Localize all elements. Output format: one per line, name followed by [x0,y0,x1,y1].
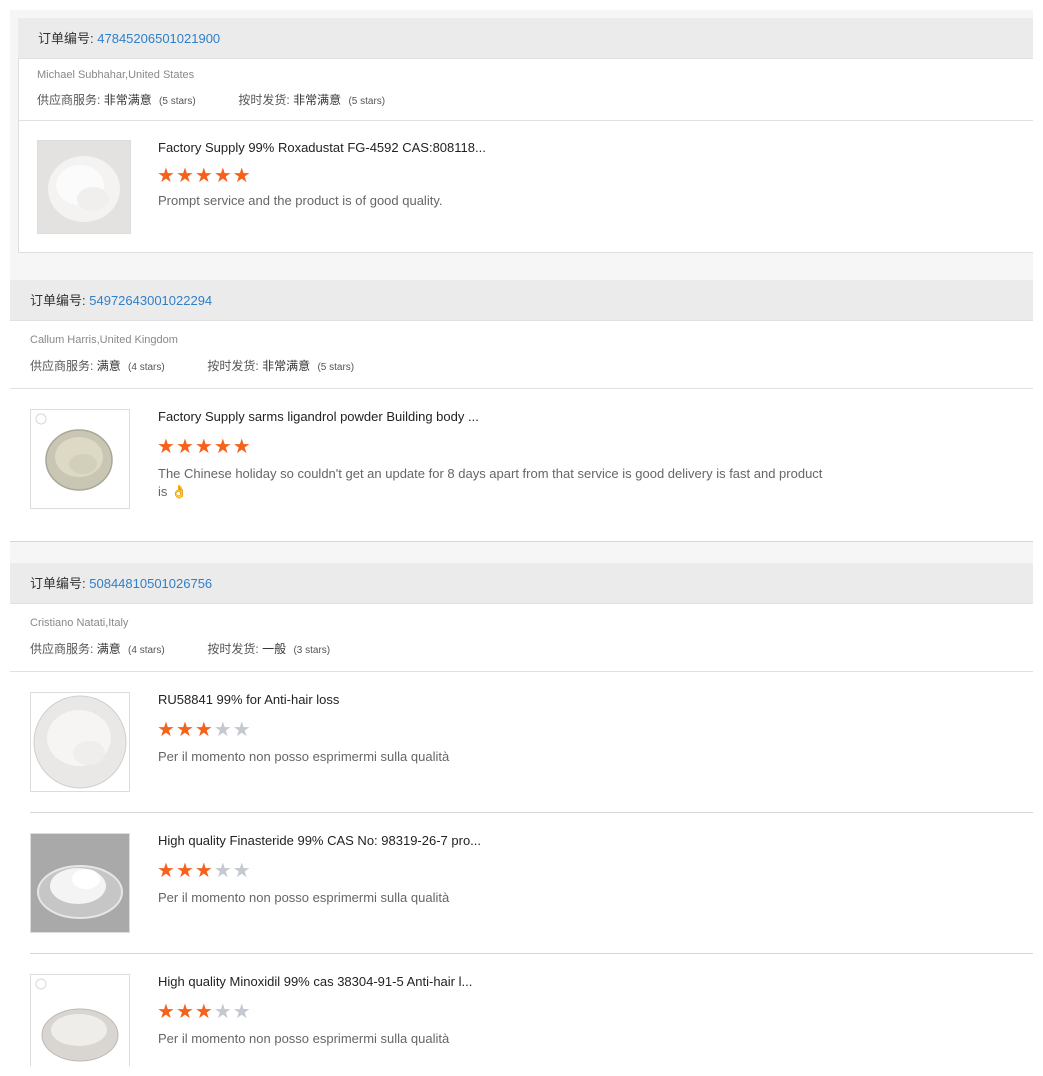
powder-image-icon [31,975,129,1066]
on-time-delivery-label: 按时发货: [207,359,259,373]
product-image[interactable] [30,692,130,792]
star-icon: ★ [175,860,194,882]
product-image[interactable] [30,974,130,1066]
customer-name: Cristiano Natati,Italy [30,617,129,629]
product-title[interactable]: High quality Finasteride 99% CAS No: 983… [158,833,481,848]
powder-image-icon [31,410,129,508]
spacer [10,542,1033,563]
divider [10,388,1033,389]
order-number-link[interactable]: 54972643001022294 [89,293,212,308]
order-2-header: 订单编号: 54972643001022294 [10,280,1033,321]
star-icon: ★ [157,165,175,187]
divider [10,671,1033,672]
order-number-link[interactable]: 47845206501021900 [97,31,220,46]
review-comment: Per il momento non posso esprimermi sull… [158,749,450,764]
order-number-label: 订单编号: [38,31,94,46]
review-comment: Per il momento non posso esprimermi sull… [158,890,450,905]
order-3-header: 订单编号: 50844810501026756 [10,563,1033,604]
supplier-service-value: 非常满意 [103,93,152,107]
supplier-service-value: 满意 [96,642,121,656]
powder-image-icon [38,141,130,233]
on-time-delivery-stars: (5 stars) [317,362,355,373]
star-icon: ★ [175,1001,194,1023]
on-time-delivery-label: 按时发货: [238,93,290,107]
star-empty-icon: ★ [232,860,251,882]
customer-name: Callum Harris,United Kingdom [30,334,178,346]
star-empty-icon: ★ [213,860,232,882]
review-comment: Per il momento non posso esprimermi sull… [158,1031,450,1046]
product-title[interactable]: Factory Supply sarms ligandrol powder Bu… [158,409,479,424]
star-icon: ★ [194,1001,213,1023]
on-time-delivery-stars: (5 stars) [348,96,386,107]
order-3-ratings: 供应商服务: 满意 (4 stars) 按时发货: 一般 (3 stars) [30,640,330,657]
product-rating-stars: ★ ★ ★ ★ ★ [157,166,251,186]
product-title[interactable]: RU58841 99% for Anti-hair loss [158,692,339,707]
divider [19,120,1033,121]
order-1-header: 订单编号: 47845206501021900 [18,18,1033,59]
supplier-service-label: 供应商服务: [30,642,94,656]
star-empty-icon: ★ [213,719,232,741]
product-rating-stars: ★ ★ ★ ★ ★ [157,720,251,740]
on-time-delivery-value: 一般 [262,642,287,656]
order-1-ratings: 供应商服务: 非常满意 (5 stars) 按时发货: 非常满意 (5 star… [37,91,385,108]
review-comment: The Chinese holiday so couldn't get an u… [158,466,823,499]
star-icon: ★ [175,436,194,458]
order-number-link[interactable]: 50844810501026756 [89,576,212,591]
divider [30,812,1033,813]
order-number-label: 订单编号: [30,293,86,308]
star-icon: ★ [213,165,232,187]
product-image[interactable] [30,409,130,509]
on-time-delivery-label: 按时发货: [207,642,259,656]
supplier-service-stars: (4 stars) [128,645,165,656]
customer-name: Michael Subhahar,United States [37,69,195,81]
product-rating-stars: ★ ★ ★ ★ ★ [157,1002,251,1022]
product-title[interactable]: High quality Minoxidil 99% cas 38304-91-… [158,974,472,989]
product-rating-stars: ★ ★ ★ ★ ★ [157,437,251,457]
order-number-label: 订单编号: [30,576,86,591]
supplier-service-stars: (4 stars) [128,362,165,373]
powder-image-icon [31,693,129,791]
supplier-service-stars: (5 stars) [159,96,196,107]
order-2-ratings: 供应商服务: 满意 (4 stars) 按时发货: 非常满意 (5 stars) [30,357,354,374]
on-time-delivery-value: 非常满意 [293,93,342,107]
review-comment: Prompt service and the product is of goo… [158,193,443,208]
star-empty-icon: ★ [232,719,251,741]
petri-dish-image-icon [31,834,129,932]
spacer [10,262,1033,280]
star-icon: ★ [175,165,194,187]
star-icon: ★ [157,436,175,458]
product-image[interactable] [30,833,130,933]
star-icon: ★ [157,719,175,741]
on-time-delivery-value: 非常满意 [262,359,311,373]
product-rating-stars: ★ ★ ★ ★ ★ [157,861,251,881]
star-empty-icon: ★ [213,1001,232,1023]
star-icon: ★ [194,165,213,187]
star-icon: ★ [213,436,232,458]
supplier-service-value: 满意 [96,359,121,373]
product-title[interactable]: Factory Supply 99% Roxadustat FG-4592 CA… [158,140,486,155]
star-icon: ★ [157,860,175,882]
star-empty-icon: ★ [232,1001,251,1023]
on-time-delivery-stars: (3 stars) [293,645,331,656]
star-icon: ★ [194,860,213,882]
product-image[interactable] [37,140,131,234]
star-icon: ★ [157,1001,175,1023]
star-icon: ★ [175,719,194,741]
supplier-service-label: 供应商服务: [37,93,101,107]
star-icon: ★ [194,719,213,741]
supplier-service-label: 供应商服务: [30,359,94,373]
star-icon: ★ [194,436,213,458]
star-icon: ★ [232,436,251,458]
divider [30,953,1033,954]
star-icon: ★ [232,165,251,187]
